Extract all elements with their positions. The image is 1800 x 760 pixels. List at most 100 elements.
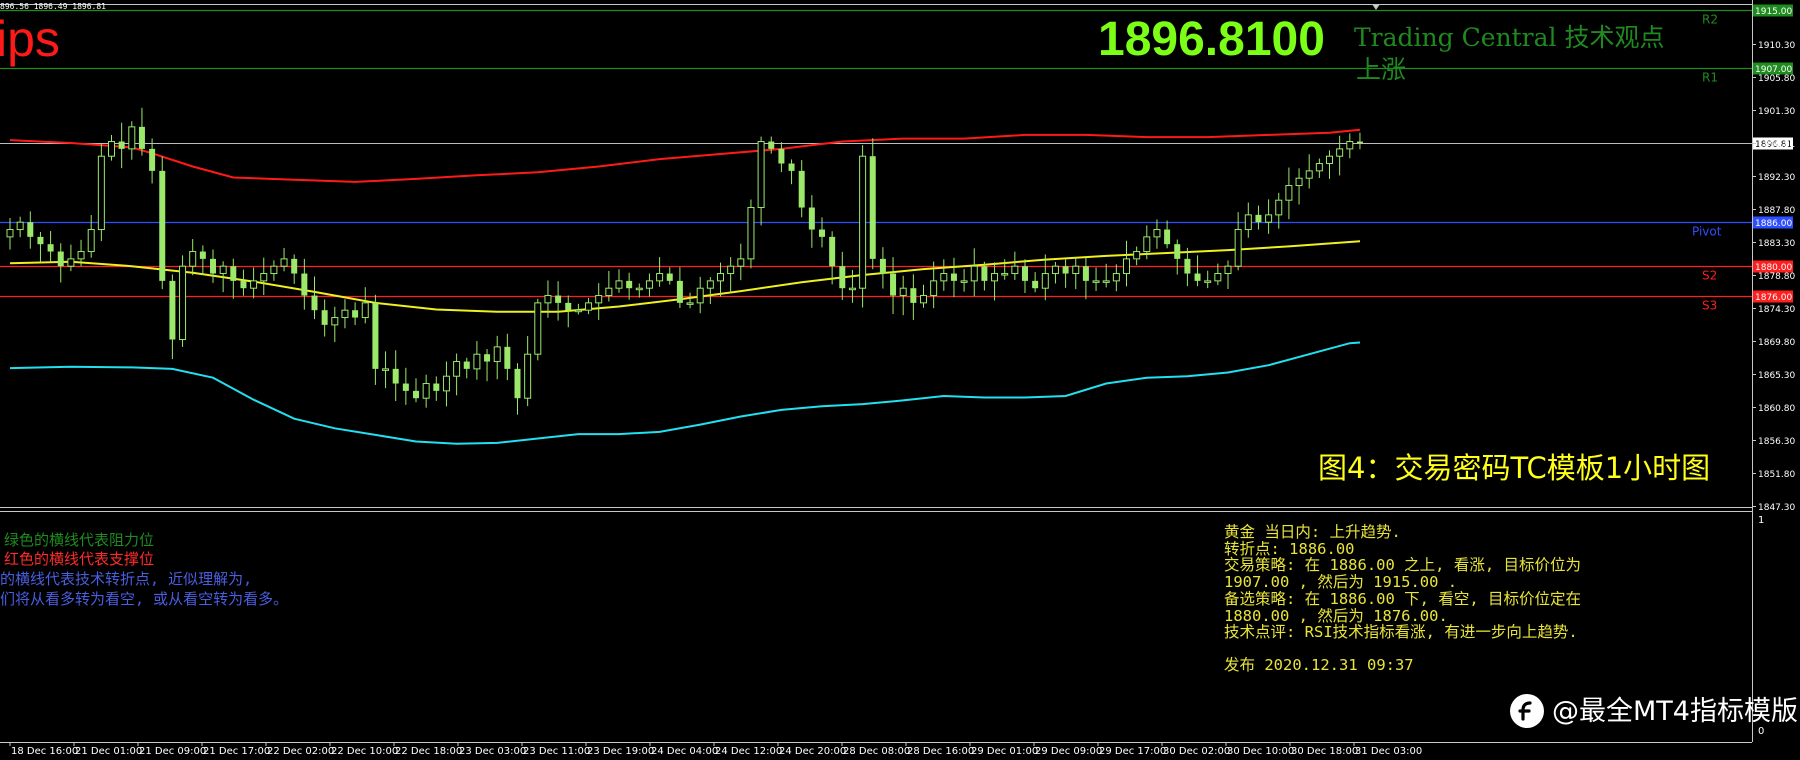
time-tick-label: 23 Dec 11:00 xyxy=(523,746,590,757)
time-tick-label: 31 Dec 03:00 xyxy=(1355,746,1422,757)
candle xyxy=(57,243,64,283)
candle xyxy=(1082,257,1089,300)
candle xyxy=(230,258,237,299)
candle-body-bull xyxy=(16,221,24,231)
candle-body-bear xyxy=(352,310,359,318)
candle xyxy=(1102,263,1110,288)
candle xyxy=(250,267,258,299)
candle xyxy=(1234,212,1242,271)
time-tick-label: 30 Dec 10:00 xyxy=(1227,746,1294,757)
candle xyxy=(270,260,278,281)
candle-body-bear xyxy=(321,310,328,325)
candle xyxy=(189,239,197,276)
candle xyxy=(757,136,765,226)
candle xyxy=(27,211,34,249)
chart-shift-marker[interactable] xyxy=(1372,4,1380,10)
candle xyxy=(656,257,664,287)
candle xyxy=(808,195,815,248)
candle-body-bear xyxy=(504,346,511,369)
candle xyxy=(210,249,216,283)
candle-body-bull xyxy=(493,346,501,363)
candle-body-bull xyxy=(1305,170,1313,179)
candle-body-bull xyxy=(422,383,430,399)
candle xyxy=(859,145,867,308)
candle-body-bear xyxy=(839,266,846,289)
candle-body-bull xyxy=(656,273,664,282)
candle xyxy=(666,267,673,285)
candle xyxy=(240,269,247,296)
candle-body-bull xyxy=(991,273,999,282)
candle-body-bear xyxy=(463,361,470,369)
level-tag-text: 1876.00 xyxy=(1755,293,1792,303)
candle-body-bull xyxy=(382,368,390,371)
candle-body-bear xyxy=(433,383,440,391)
candle-body-bull xyxy=(727,265,735,275)
candle-body-bear xyxy=(149,148,156,171)
candle-body-bull xyxy=(717,273,724,282)
candle-body-bull xyxy=(1285,185,1293,201)
time-axis[interactable]: 18 Dec 16:0021 Dec 01:0021 Dec 09:0021 D… xyxy=(9,742,1422,757)
candle-body-bull xyxy=(97,155,105,231)
candle xyxy=(291,254,298,284)
candle xyxy=(463,357,470,379)
candle-body-bull xyxy=(930,280,938,297)
price-axis[interactable]: 1910.30 1905.80 1901.30 1896.81 1892.30 1887.… xyxy=(1752,41,1795,513)
candle-body-bull xyxy=(696,287,704,304)
candle-body-bull xyxy=(1326,155,1333,165)
analysis-line: 1880.00 , 然后为 1876.00. xyxy=(1224,606,1448,625)
mt4-chart-window: R2 1915.00 R1 1907.00 Pivot 1886.00 S2 1880.00 S… xyxy=(0,0,1800,760)
candle xyxy=(1356,132,1363,150)
candle-body-bear xyxy=(555,295,562,303)
candle xyxy=(595,283,603,320)
candle-body-bull xyxy=(686,302,694,305)
time-tick-label: 23 Dec 03:00 xyxy=(459,746,526,757)
candle-body-bull xyxy=(280,258,288,267)
candle xyxy=(1224,260,1232,289)
candle-body-bull xyxy=(361,302,369,319)
candle xyxy=(890,257,897,314)
candle-body-bull xyxy=(970,265,978,282)
candle-body-bull xyxy=(1214,273,1222,282)
candle xyxy=(413,378,419,403)
candle xyxy=(1255,205,1262,230)
time-tick-label: 29 Dec 17:00 xyxy=(1099,746,1166,757)
candle xyxy=(970,248,978,297)
candle-body-bull xyxy=(1102,280,1110,283)
candle-body-bear xyxy=(311,295,318,311)
time-tick-label: 22 Dec 18:00 xyxy=(395,746,462,757)
time-tick-label: 29 Dec 09:00 xyxy=(1035,746,1102,757)
candle-body-bull xyxy=(605,287,613,297)
candle-body-bear xyxy=(230,266,237,281)
candle-body-bear xyxy=(210,258,216,274)
time-tick-label: 30 Dec 02:00 xyxy=(1163,746,1230,757)
candle-body-bear xyxy=(819,229,825,237)
candle-body-bull xyxy=(848,287,856,291)
time-tick-label: 21 Dec 09:00 xyxy=(139,746,206,757)
price-tick-label: 1874.30 xyxy=(1758,305,1795,315)
candle xyxy=(1062,259,1069,288)
candle-body-bull xyxy=(1315,163,1323,172)
candle xyxy=(1275,192,1283,229)
candle xyxy=(67,244,75,272)
candle-body-bull xyxy=(1295,177,1303,187)
candle xyxy=(280,247,288,272)
candle-body-bull xyxy=(706,280,714,289)
price-tick-label: 1869.80 xyxy=(1758,338,1795,348)
candle-body-bull xyxy=(1244,214,1252,231)
candle xyxy=(169,274,176,360)
candle xyxy=(179,255,187,347)
candle xyxy=(372,294,379,385)
candle-body-bull xyxy=(1041,273,1049,289)
legend-pivot-line2: 们将从看多转为看空, 或从看空转为看多。 xyxy=(0,590,289,608)
candle-body-bull xyxy=(87,229,95,253)
candle xyxy=(484,349,491,382)
candle xyxy=(696,276,704,314)
candle xyxy=(159,156,166,290)
analysis-line: 交易策略: 在 1886.00 之上, 看涨, 目标价位为 xyxy=(1224,556,1581,575)
candle-body-bear xyxy=(1184,258,1191,274)
candle-body-bull xyxy=(341,309,349,319)
candle-body-bear xyxy=(118,141,125,149)
candlesticks[interactable] xyxy=(6,107,1363,415)
candle xyxy=(118,122,125,169)
candle xyxy=(737,243,745,281)
